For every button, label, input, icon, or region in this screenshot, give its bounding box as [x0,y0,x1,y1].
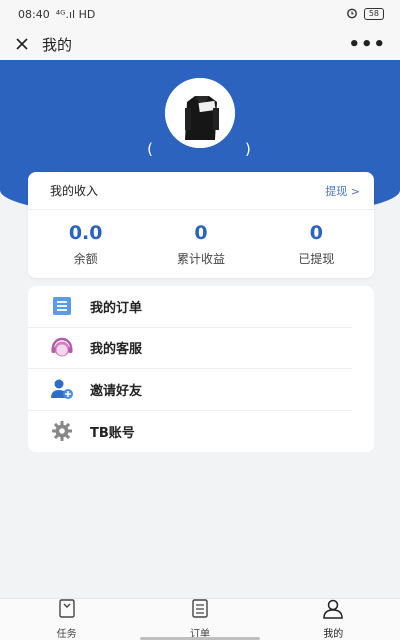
menu-item-customer-service[interactable]: 我的客服 [28,328,352,369]
customer-service-icon [50,336,74,360]
stat-label: 已提现 [298,251,335,266]
tab-orders[interactable]: 订单 [133,599,266,640]
income-title: 我的收入 [50,184,99,198]
tab-mine[interactable]: 我的 [267,599,400,640]
withdraw-link[interactable]: 提现 > [325,183,360,199]
nav-bar: 我的 ••• [0,28,400,60]
nickname-paren-close: ) [245,140,253,158]
tab-label: 任务 [56,629,77,640]
gear-icon [50,419,74,443]
stat-withdrawn[interactable]: 0 已提现 [259,210,374,278]
stat-label: 累计收益 [176,251,225,266]
close-icon[interactable] [12,34,32,54]
alarm-icon [346,7,358,22]
order-list-icon [50,294,74,318]
user-nickname: () [0,140,400,158]
battery-indicator: 58 [363,8,384,20]
invite-friend-icon [50,377,74,401]
stat-value: 0 [194,221,208,244]
task-icon [56,599,78,623]
menu-item-label: TB账号 [90,425,135,441]
stat-balance[interactable]: 0.0 余额 [28,210,143,278]
order-icon [189,599,211,623]
menu-item-invite-friends[interactable]: 邀请好友 [28,369,352,411]
menu-item-label: 邀请好友 [90,383,143,399]
status-bar: 08:40 ⁴ᴳ.ıl HD 58 [0,0,400,28]
stat-label: 余额 [73,251,98,266]
stat-total-earnings[interactable]: 0 累计收益 [143,210,258,278]
income-header: 我的收入 提现 > [28,172,374,210]
bottom-tab-bar: 任务 订单 我的 [0,598,400,640]
tab-label: 我的 [323,629,344,640]
stat-value: 0.0 [68,221,103,244]
status-network: ⁴ᴳ.ıl HD [55,7,96,21]
menu-item-label: 我的客服 [90,342,143,358]
menu-item-my-orders[interactable]: 我的订单 [28,286,352,328]
menu-item-label: 我的订单 [90,300,143,316]
income-card: 我的收入 提现 > 0.0 余额 0 累计收益 0 已提现 [28,172,374,278]
income-stats: 0.0 余额 0 累计收益 0 已提现 [28,210,374,278]
more-menu-button[interactable]: ••• [348,34,386,55]
avatar[interactable] [165,78,235,148]
menu-card: 我的订单 我的客服 邀请好友 TB账号 [28,286,374,452]
stat-value: 0 [309,221,323,244]
menu-item-tb-account[interactable]: TB账号 [28,411,352,453]
profile-icon [322,599,344,623]
page-title: 我的 [42,35,73,54]
tab-task[interactable]: 任务 [0,599,133,640]
status-time: 08:40 [18,7,50,21]
nickname-paren-open: ( [147,140,155,158]
